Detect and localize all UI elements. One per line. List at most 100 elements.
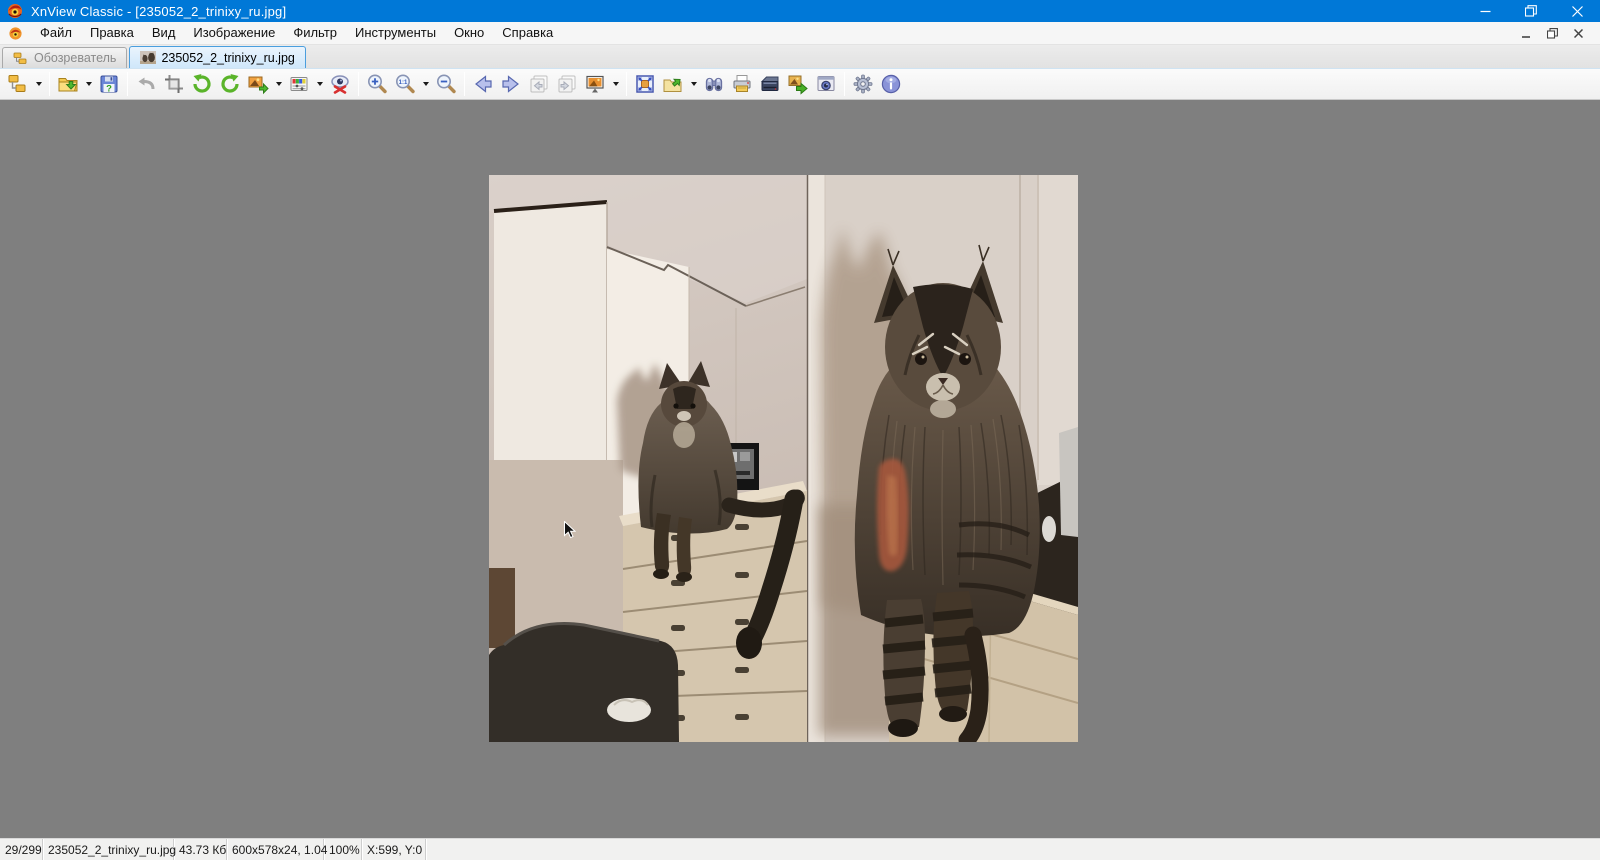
convert-dropdown[interactable] [272, 70, 285, 98]
photo-two-maine-coon-cats [489, 175, 1078, 742]
page-previous-icon [530, 75, 548, 93]
red-eye-button[interactable] [326, 70, 354, 98]
menu-file[interactable]: Файл [31, 23, 81, 43]
adjust-colors-button[interactable] [285, 70, 313, 98]
rotate-right-icon [221, 74, 239, 93]
zoom-1-1-icon: 1:1 [396, 74, 415, 94]
menu-edit[interactable]: Правка [81, 23, 143, 43]
chevron-down-icon [35, 82, 42, 86]
save-icon: ? [100, 75, 118, 95]
menu-window[interactable]: Окно [445, 23, 493, 43]
chevron-down-icon [612, 82, 619, 86]
page-previous-button[interactable] [525, 70, 553, 98]
tab-browser-label: Обозреватель [34, 51, 117, 65]
search-binoculars-icon [705, 77, 723, 92]
search-button[interactable] [700, 70, 728, 98]
zoom-1-1-button[interactable]: 1:1 [391, 70, 419, 98]
browser-icon [8, 75, 26, 92]
chevron-down-icon [316, 82, 323, 86]
page-next-button[interactable] [553, 70, 581, 98]
toolbar-separator [127, 72, 128, 96]
fullscreen-button[interactable] [631, 70, 659, 98]
window-close-button[interactable] [1554, 0, 1600, 22]
settings-button[interactable] [849, 70, 877, 98]
image-canvas[interactable] [0, 100, 1600, 838]
batch-convert-button[interactable] [784, 70, 812, 98]
undo-icon [138, 77, 155, 90]
child-minimize-button[interactable] [1518, 26, 1534, 40]
child-close-button[interactable] [1570, 26, 1586, 40]
tab-browser[interactable]: Обозреватель [2, 47, 128, 68]
xnview-app-icon[interactable] [7, 3, 23, 19]
slideshow-dropdown[interactable] [609, 70, 622, 98]
restore-icon [1525, 5, 1537, 17]
tab-image[interactable]: 235052_2_trinixy_ru.jpg [129, 46, 306, 68]
zoom-out-button[interactable] [432, 70, 460, 98]
status-bar: 29/299 235052_2_trinixy_ru.jpg 43.73 Кб … [0, 838, 1600, 860]
title-bar: XnView Classic - [235052_2_trinixy_ru.jp… [0, 0, 1600, 22]
chevron-down-icon [690, 82, 697, 86]
status-dimensions: 600x578x24, 1.04 [227, 839, 327, 860]
info-button[interactable] [877, 70, 905, 98]
child-restore-button[interactable] [1544, 26, 1560, 40]
menu-image[interactable]: Изображение [184, 23, 284, 43]
browser-button[interactable] [4, 70, 32, 98]
rotate-right-button[interactable] [216, 70, 244, 98]
restore-icon [1546, 27, 1558, 39]
xnview-window: XnView Classic - [235052_2_trinixy_ru.jp… [0, 0, 1600, 860]
status-position: 29/299 [0, 839, 43, 860]
next-icon [502, 75, 519, 93]
chevron-down-icon [275, 82, 282, 86]
menu-help[interactable]: Справка [493, 23, 562, 43]
open-button[interactable] [54, 70, 82, 98]
fullscreen-icon [636, 75, 654, 93]
scan-button[interactable] [756, 70, 784, 98]
print-button[interactable] [728, 70, 756, 98]
window-restore-button[interactable] [1508, 0, 1554, 22]
capture-button[interactable] [812, 70, 840, 98]
zoom-dropdown[interactable] [419, 70, 432, 98]
rotate-left-icon [193, 74, 211, 93]
red-eye-icon [331, 75, 349, 94]
document-system-menu-icon[interactable] [8, 26, 23, 41]
menu-tools[interactable]: Инструменты [346, 23, 445, 43]
adjust-colors-dropdown[interactable] [313, 70, 326, 98]
info-icon [881, 74, 901, 94]
batch-convert-icon [788, 75, 808, 95]
open-with-dropdown[interactable] [687, 70, 700, 98]
previous-icon [475, 75, 492, 93]
zoom-in-button[interactable] [363, 70, 391, 98]
crop-button[interactable] [160, 70, 188, 98]
browser-dropdown[interactable] [32, 70, 45, 98]
minimize-icon [1521, 35, 1530, 38]
settings-gear-icon [853, 74, 873, 94]
next-button[interactable] [497, 70, 525, 98]
zoom-out-icon [437, 74, 456, 94]
rotate-left-button[interactable] [188, 70, 216, 98]
save-button[interactable]: ? [95, 70, 123, 98]
chevron-down-icon [85, 82, 92, 86]
open-with-button[interactable] [659, 70, 687, 98]
slideshow-button[interactable] [581, 70, 609, 98]
svg-text:?: ? [106, 84, 112, 95]
status-filename: 235052_2_trinixy_ru.jpg [43, 839, 176, 860]
zoom-in-icon [368, 74, 387, 94]
print-icon [733, 75, 751, 92]
crop-icon [165, 75, 183, 93]
status-cursor-coords: X:599, Y:0 [362, 839, 426, 860]
menu-filter[interactable]: Фильтр [284, 23, 346, 43]
folder-tree-icon [13, 52, 27, 64]
toolbar: ? 1:1 [0, 68, 1600, 100]
window-minimize-button[interactable] [1462, 0, 1508, 22]
status-filesize: 43.73 Кб [174, 839, 227, 860]
open-dropdown[interactable] [82, 70, 95, 98]
close-icon [1571, 5, 1583, 17]
menu-bar: Файл Правка Вид Изображение Фильтр Инстр… [0, 22, 1600, 45]
image-thumbnail-icon [140, 51, 157, 64]
undo-button[interactable] [132, 70, 160, 98]
previous-button[interactable] [469, 70, 497, 98]
minimize-icon [1480, 10, 1490, 12]
convert-button[interactable] [244, 70, 272, 98]
menu-view[interactable]: Вид [143, 23, 185, 43]
toolbar-separator [49, 72, 50, 96]
